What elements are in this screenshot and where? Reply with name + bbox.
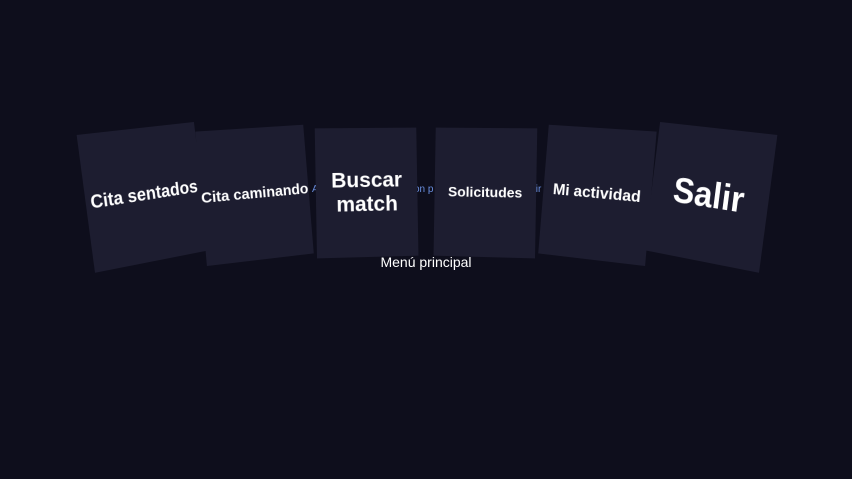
card-buscar-match[interactable]: Buscar match	[314, 127, 419, 259]
card-cita-caminando[interactable]: Cita caminando	[195, 124, 314, 267]
card-label: Cita caminando	[200, 180, 309, 207]
card-label: Buscar match	[330, 168, 403, 217]
menu-title: Menú principal	[380, 254, 472, 270]
card-cita-sentados[interactable]: Cita sentados	[76, 122, 210, 273]
main-menu-screen: Ap on p alir Cita sentados Cita caminand…	[0, 0, 852, 479]
card-salir[interactable]: Salir	[644, 122, 778, 273]
card-label: Mi actividad	[552, 181, 642, 207]
card-label: Cita sentados	[89, 176, 199, 213]
card-label: Salir	[671, 169, 747, 221]
card-mi-actividad[interactable]: Mi actividad	[538, 124, 657, 267]
card-solicitudes[interactable]: Solicitudes	[433, 127, 538, 259]
card-label: Solicitudes	[447, 183, 523, 201]
